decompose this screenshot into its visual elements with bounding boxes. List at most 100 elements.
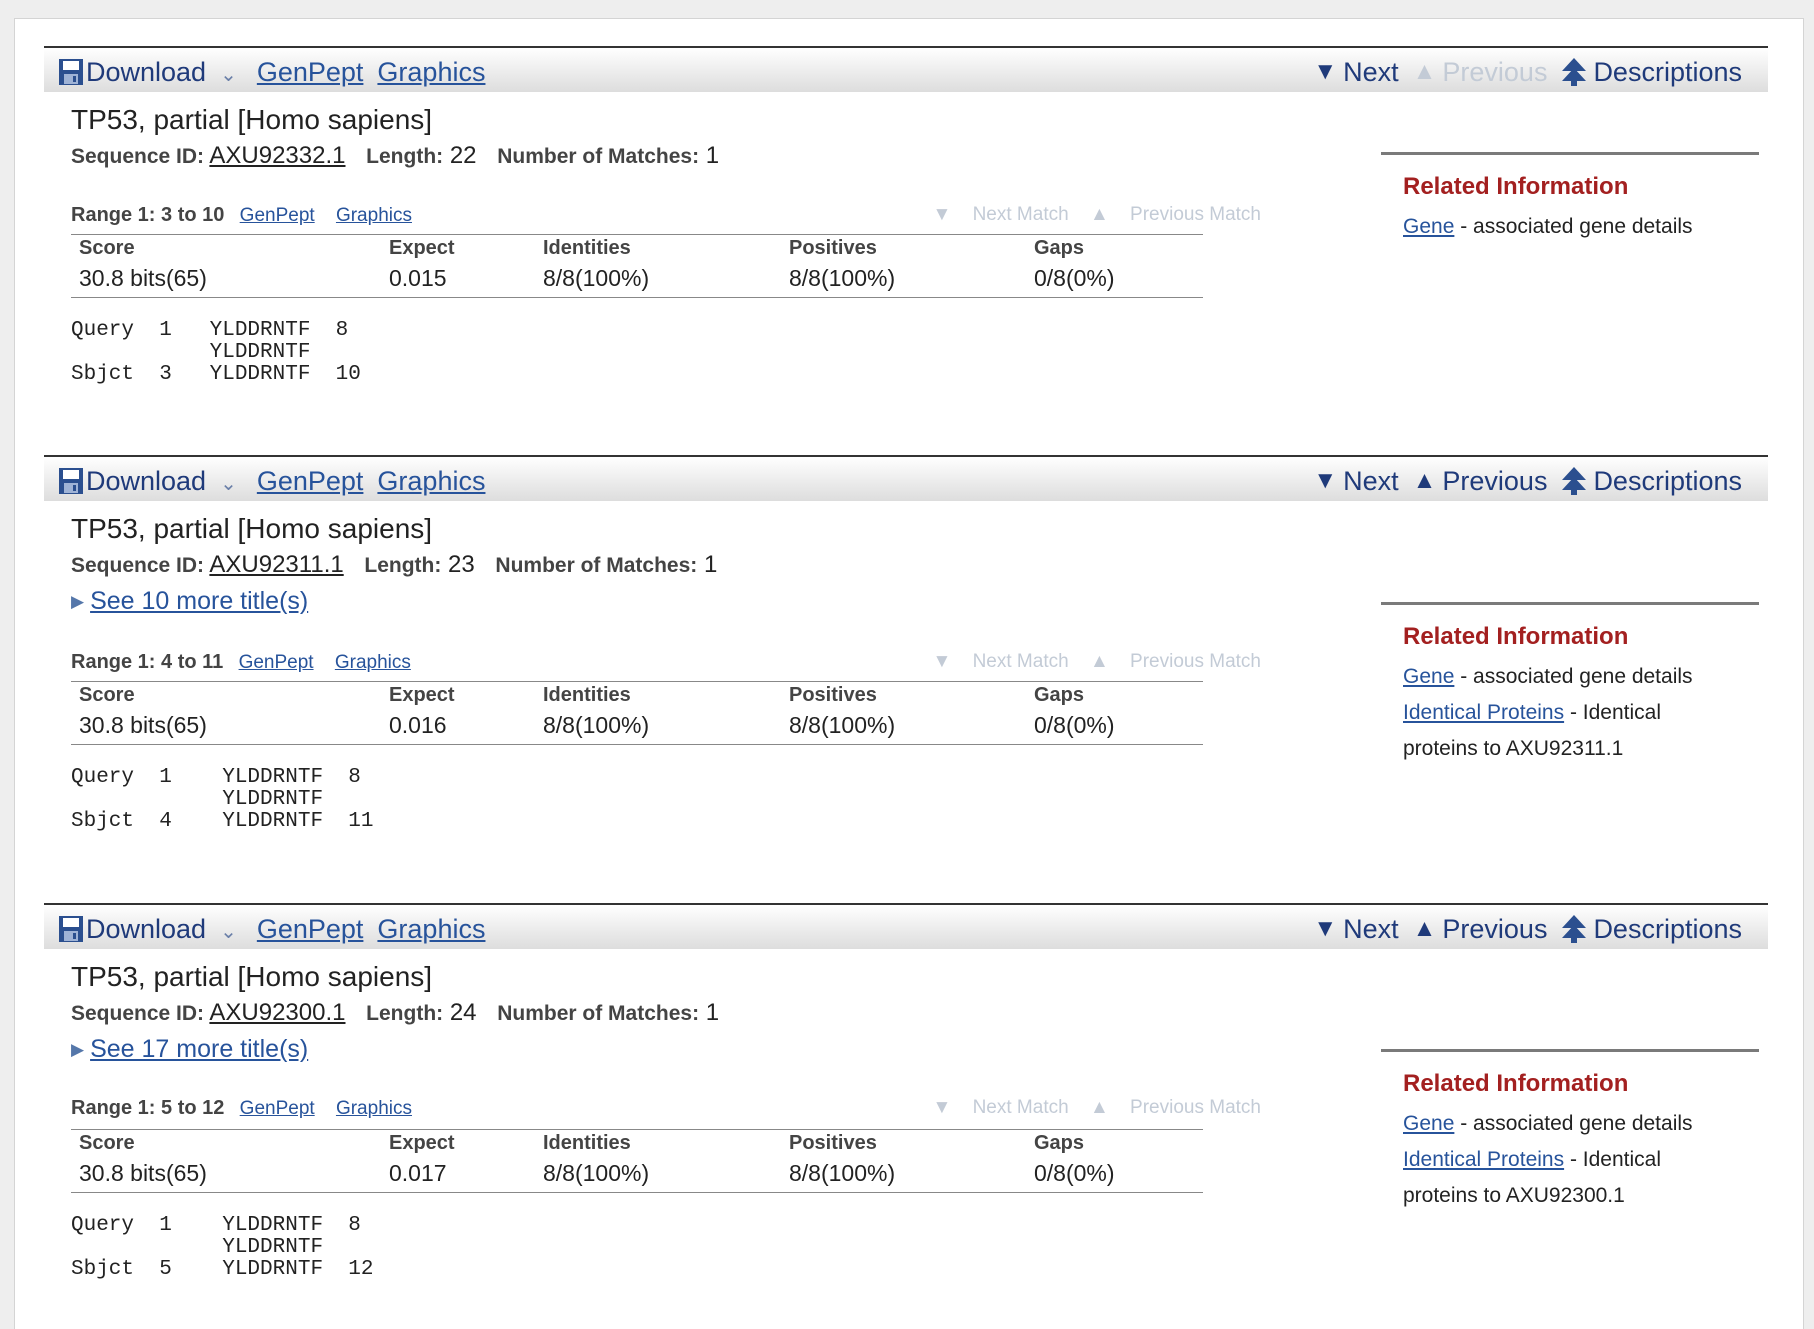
descriptions-button[interactable]: Descriptions <box>1561 57 1742 88</box>
range-label: Range 1: 4 to 11 <box>71 651 224 673</box>
range-header: Range 1: 4 to 11 GenPept Graphics ▼ Next… <box>71 651 1261 674</box>
length-value: 24 <box>449 999 477 1026</box>
gene-desc: - associated gene details <box>1460 665 1693 688</box>
range-graphics-link[interactable]: Graphics <box>336 205 412 226</box>
expect-header: Expect <box>389 1132 455 1154</box>
more-titles-link[interactable]: See 10 more title(s) <box>90 587 308 616</box>
next-match-button: ▼ Next Match <box>932 1097 1069 1118</box>
length-label: Length: <box>366 145 444 168</box>
range-genpept-link[interactable]: GenPept <box>240 1098 315 1119</box>
identities-header: Identities <box>543 684 631 706</box>
expect-value: 0.015 <box>389 265 447 291</box>
score-table: Score Expect Identities Positives Gaps 3… <box>71 1129 1203 1193</box>
graphics-link[interactable]: Graphics <box>377 914 485 945</box>
related-item-gene: Gene - associated gene details <box>1403 209 1759 245</box>
next-button[interactable]: ▼ Next <box>1313 914 1398 945</box>
previous-button: ▲ Previous <box>1413 57 1548 88</box>
identities-header: Identities <box>543 1132 631 1154</box>
download-button[interactable]: Download <box>86 466 206 497</box>
descriptions-button[interactable]: Descriptions <box>1561 914 1742 945</box>
hit-toolbar: Download ⌄ GenPept Graphics ▼ Next ▲ Previ… <box>44 46 1768 92</box>
related-information: Related Information Gene - associated ge… <box>1381 152 1759 245</box>
identical-desc-target: proteins to AXU92311.1 <box>1403 737 1624 760</box>
previous-match-button: ▲ Previous Match <box>1089 651 1261 672</box>
sequence-id-link[interactable]: AXU92332.1 <box>209 142 345 169</box>
match-nav: ▼ Next Match ▲ Previous Match <box>916 1097 1261 1119</box>
related-item-identical-proteins: Identical Proteins - Identical proteins … <box>1403 1142 1759 1214</box>
sequence-id-link[interactable]: AXU92311.1 <box>209 551 343 578</box>
chevron-down-icon[interactable]: ⌄ <box>220 919 237 944</box>
sequence-id-link[interactable]: AXU92300.1 <box>209 999 345 1026</box>
next-match-button: ▼ Next Match <box>932 651 1069 672</box>
range-graphics-link[interactable]: Graphics <box>336 1098 412 1119</box>
matches-value: 1 <box>703 551 718 578</box>
previous-label: Previous <box>1442 913 1548 944</box>
gene-link[interactable]: Gene <box>1403 1112 1454 1135</box>
triangle-up-icon: ▲ <box>1412 58 1437 85</box>
graphics-link[interactable]: Graphics <box>377 57 485 88</box>
triangle-right-icon: ▶ <box>71 591 85 611</box>
hit-block: Download ⌄ GenPept Graphics ▼ Next ▲ Previ… <box>44 903 1768 1316</box>
positives-value: 8/8(100%) <box>789 265 896 291</box>
identical-desc-target: proteins to AXU92300.1 <box>1403 1184 1625 1207</box>
download-button[interactable]: Download <box>86 57 206 88</box>
gene-link[interactable]: Gene <box>1403 215 1454 238</box>
related-heading: Related Information <box>1403 173 1629 200</box>
positives-value: 8/8(100%) <box>789 712 896 738</box>
descriptions-button[interactable]: Descriptions <box>1561 466 1742 497</box>
score-table: Score Expect Identities Positives Gaps 3… <box>71 681 1203 745</box>
chevron-down-icon[interactable]: ⌄ <box>220 62 237 87</box>
next-button[interactable]: ▼ Next <box>1313 57 1398 88</box>
descriptions-label: Descriptions <box>1593 56 1742 87</box>
identical-proteins-link[interactable]: Identical Proteins <box>1403 1148 1564 1171</box>
chevron-down-icon[interactable]: ⌄ <box>220 471 237 496</box>
range-graphics-link[interactable]: Graphics <box>335 652 411 673</box>
range-genpept-link[interactable]: GenPept <box>240 205 315 226</box>
genpept-link[interactable]: GenPept <box>257 466 364 497</box>
next-match-button: ▼ Next Match <box>932 204 1069 225</box>
double-up-arrow-icon <box>1562 467 1587 495</box>
positives-header: Positives <box>789 1132 877 1154</box>
sequence-id-label: Sequence ID: <box>71 554 205 577</box>
hit-block: Download ⌄ GenPept Graphics ▼ Next ▲ Previ… <box>44 455 1768 875</box>
next-button[interactable]: ▼ Next <box>1313 466 1398 497</box>
identical-desc: - Identical <box>1569 1148 1661 1171</box>
previous-button[interactable]: ▲ Previous <box>1413 466 1548 497</box>
save-icon <box>59 468 83 494</box>
score-value: 30.8 bits(65) <box>79 712 207 738</box>
sequence-info: Sequence ID: AXU92332.1 Length: 22 Numbe… <box>71 142 733 170</box>
triangle-down-icon: ▼ <box>1313 467 1338 494</box>
score-header: Score <box>79 1132 135 1154</box>
gaps-value: 0/8(0%) <box>1034 1160 1115 1186</box>
gene-desc: - associated gene details <box>1460 1112 1693 1135</box>
gene-link[interactable]: Gene <box>1403 665 1454 688</box>
more-titles[interactable]: ▶ See 10 more title(s) <box>71 587 308 616</box>
download-button[interactable]: Download <box>86 914 206 945</box>
positives-header: Positives <box>789 237 877 259</box>
more-titles[interactable]: ▶ See 17 more title(s) <box>71 1035 308 1064</box>
sequence-id-label: Sequence ID: <box>71 145 205 168</box>
range-genpept-link[interactable]: GenPept <box>239 652 314 673</box>
more-titles-link[interactable]: See 17 more title(s) <box>90 1035 308 1064</box>
matches-label: Number of Matches: <box>497 1002 700 1025</box>
alignment: Query 1 YLDDRNTF 8 YLDDRNTF Sbjct 5 YLDD… <box>71 1214 374 1281</box>
identical-proteins-link[interactable]: Identical Proteins <box>1403 701 1564 724</box>
genpept-link[interactable]: GenPept <box>257 914 364 945</box>
matches-value: 1 <box>705 999 720 1026</box>
graphics-link[interactable]: Graphics <box>377 466 485 497</box>
hit-block: Download ⌄ GenPept Graphics ▼ Next ▲ Previ… <box>44 46 1768 406</box>
matches-value: 1 <box>705 142 720 169</box>
match-nav: ▼ Next Match ▲ Previous Match <box>916 204 1261 226</box>
next-label: Next <box>1343 913 1399 944</box>
previous-label: Previous <box>1442 56 1548 87</box>
gaps-header: Gaps <box>1034 684 1085 706</box>
sequence-info: Sequence ID: AXU92311.1 Length: 23 Numbe… <box>71 551 731 579</box>
identical-desc: - Identical <box>1569 701 1661 724</box>
hit-toolbar: Download ⌄ GenPept Graphics ▼ Next ▲ Previ… <box>44 903 1768 949</box>
gaps-header: Gaps <box>1034 1132 1085 1154</box>
related-heading: Related Information <box>1403 623 1629 650</box>
previous-button[interactable]: ▲ Previous <box>1413 914 1548 945</box>
length-label: Length: <box>366 1002 444 1025</box>
genpept-link[interactable]: GenPept <box>257 57 364 88</box>
matches-label: Number of Matches: <box>495 554 698 577</box>
